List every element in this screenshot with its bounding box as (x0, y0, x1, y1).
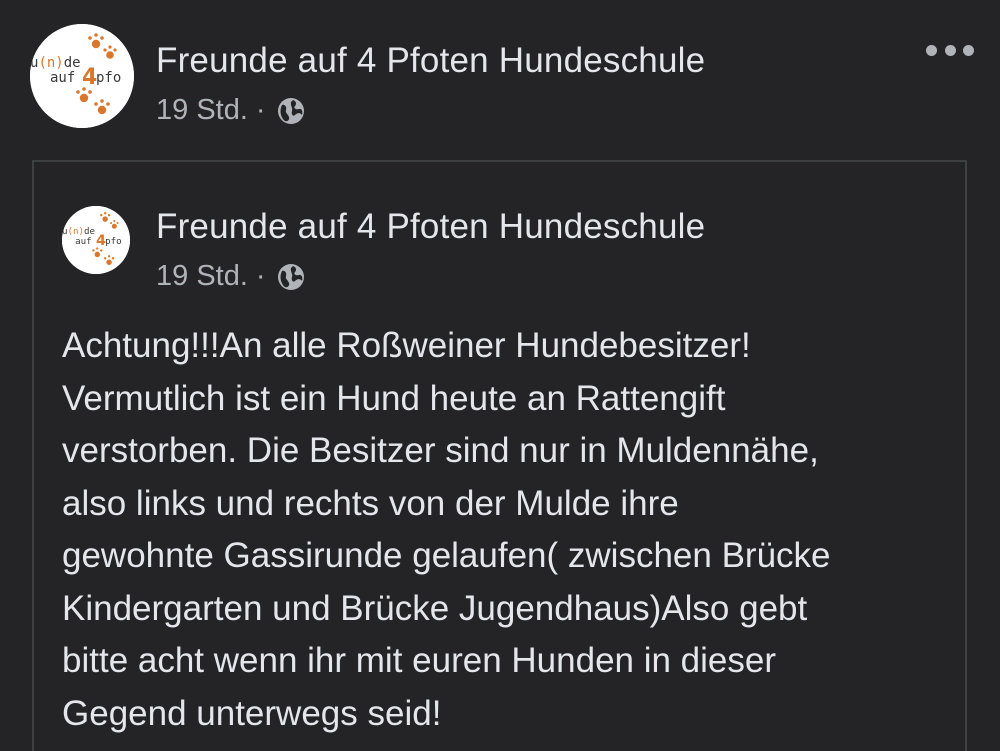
page-avatar[interactable]: u(n)de auf 4 pfo (30, 24, 134, 128)
more-dot (963, 44, 974, 56)
post-text-line: Kindergarten und Brücke Jugendhaus)Also … (62, 588, 808, 628)
post-meta: 19 Std. · (156, 94, 306, 127)
hundeschule-logo-icon: u(n)de auf 4 pfo (30, 24, 134, 128)
more-dot (944, 44, 956, 56)
post-text-line: Achtung!!!An alle Roßweiner Hundebesitze… (62, 326, 751, 365)
post-text-line: also links und rechts von der Mulde ihre (62, 483, 679, 523)
more-options-button[interactable] (926, 40, 974, 60)
post-text-line: Gegend unterwegs seid! (62, 693, 442, 733)
shared-page-avatar[interactable]: u(n)de auf 4 pfo (62, 206, 130, 274)
post-text-line: gewohnte Gassirunde gelaufen( zwischen B… (62, 536, 831, 575)
meta-separator: · (255, 260, 266, 292)
svg-text:u(n)de: u(n)de (30, 55, 81, 71)
svg-text:pfo: pfo (96, 70, 121, 86)
post-text-line: verstorben. Die Besitzer sind nur in Mul… (62, 431, 819, 470)
shared-post-timestamp[interactable]: 19 Std. (156, 260, 248, 293)
svg-text:pfo: pfo (105, 237, 122, 247)
post-text-line: Vermutlich ist ein Hund heute an Ratteng… (62, 378, 726, 418)
svg-text:auf: auf (75, 237, 92, 247)
meta-separator: · (255, 94, 266, 126)
globe-icon (277, 97, 304, 124)
svg-text:auf: auf (50, 70, 75, 86)
svg-text:u(n)de: u(n)de (62, 227, 95, 237)
shared-post-meta: 19 Std. · (156, 260, 306, 293)
hundeschule-logo-icon: u(n)de auf 4 pfo (62, 206, 130, 274)
globe-icon (277, 263, 304, 290)
shared-page-name[interactable]: Freunde auf 4 Pfoten Hundeschule (156, 207, 705, 247)
page-name[interactable]: Freunde auf 4 Pfoten Hundeschule (156, 41, 705, 81)
post-text-line: bitte acht wenn ihr mit euren Hunden in … (62, 641, 777, 680)
post-body-text: Achtung!!!An alle Roßweiner Hundebesitze… (62, 320, 962, 740)
feed-post: u(n)de auf 4 pfo Freunde auf 4 Pfoten Hu… (0, 0, 1000, 751)
post-timestamp[interactable]: 19 Std. (156, 94, 248, 127)
more-dot (926, 44, 937, 56)
